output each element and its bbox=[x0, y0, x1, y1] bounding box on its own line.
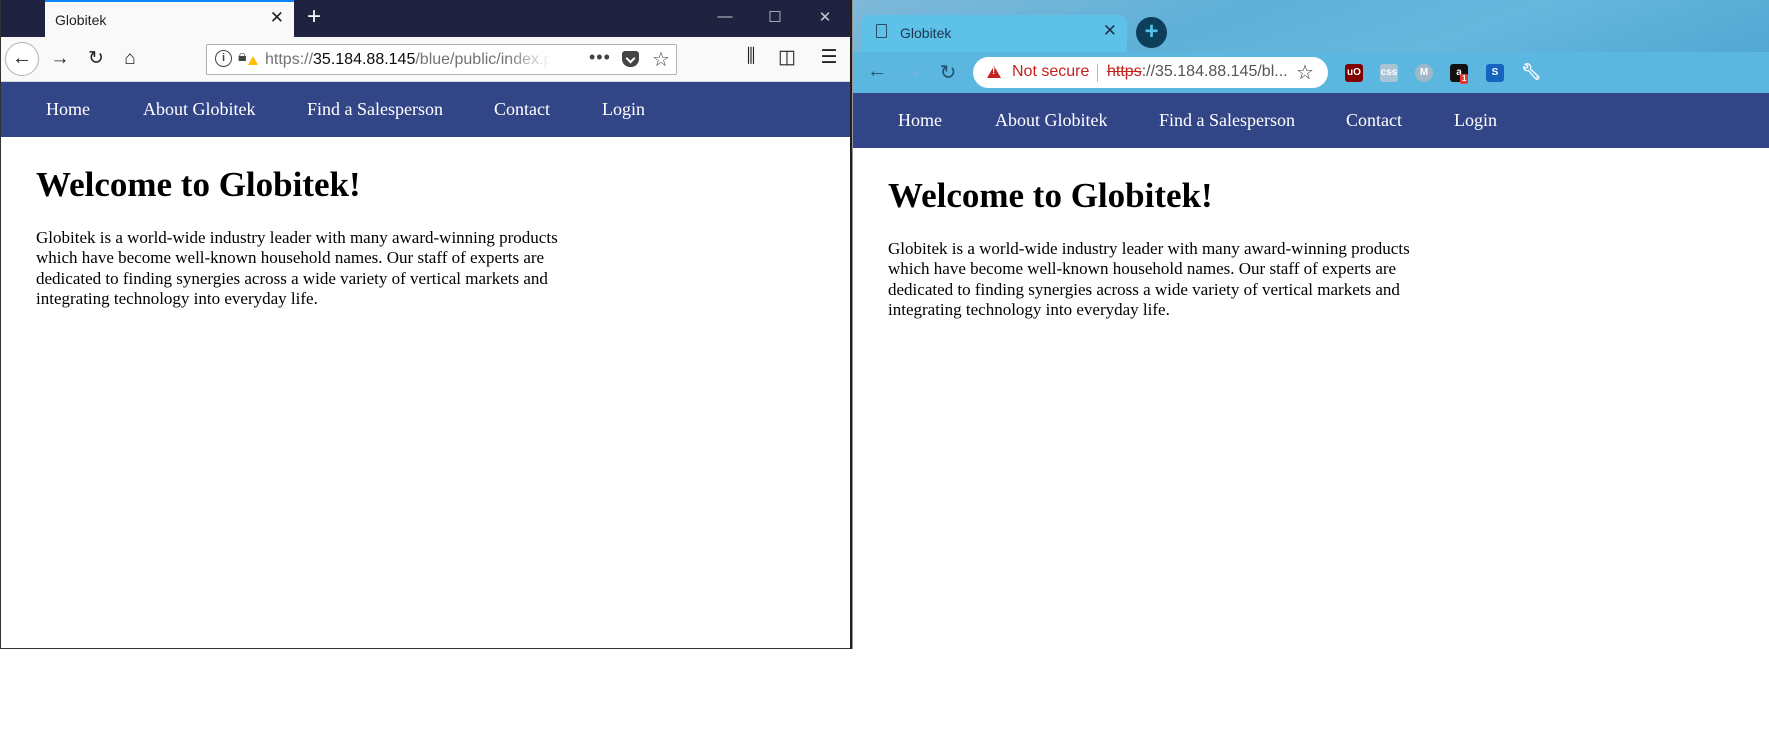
page-actions-icon[interactable]: ••• bbox=[589, 47, 611, 68]
firefox-page: Home About Globitek Find a Salesperson C… bbox=[1, 82, 850, 648]
nav-home[interactable]: Home bbox=[46, 82, 90, 137]
css-extension-icon[interactable]: css bbox=[1380, 64, 1398, 82]
new-tab-icon[interactable]: + bbox=[1136, 17, 1167, 48]
nav-about[interactable]: About Globitek bbox=[143, 82, 256, 137]
ublock-icon[interactable]: uO bbox=[1345, 64, 1363, 82]
extension-badge: 1 bbox=[1460, 74, 1469, 84]
url-host: 35.184.88.145 bbox=[313, 51, 416, 68]
close-tab-icon[interactable]: ✕ bbox=[1103, 21, 1117, 41]
url-protocol: https:// bbox=[265, 51, 314, 68]
back-icon[interactable]: ← bbox=[5, 42, 39, 76]
nav-login[interactable]: Login bbox=[1454, 93, 1497, 148]
firefox-window: Globitek ✕ + — ☐ ✕ ← → ↻ ⌂ i 🔒︎ https://… bbox=[0, 0, 850, 649]
omnibox[interactable]: ! Not secure https://35.184.88.145/bl...… bbox=[973, 57, 1328, 88]
forward-icon[interactable]: → bbox=[48, 47, 72, 71]
lock-icon[interactable]: 🔒︎ bbox=[238, 48, 247, 66]
site-nav: Home About Globitek Find a Salesperson C… bbox=[1, 82, 850, 137]
nav-home[interactable]: Home bbox=[898, 93, 942, 148]
page-icon bbox=[876, 24, 887, 38]
main-content: Welcome to Globitek! Globitek is a world… bbox=[853, 148, 1769, 649]
warning-mark-icon: ! bbox=[992, 66, 996, 77]
sidebar-icon[interactable]: ◫ bbox=[774, 46, 800, 69]
nav-contact[interactable]: Contact bbox=[494, 82, 550, 137]
url-protocol: https bbox=[1107, 63, 1142, 80]
security-label[interactable]: Not secure bbox=[1012, 63, 1089, 81]
chrome-page: Home About Globitek Find a Salesperson C… bbox=[853, 93, 1769, 649]
url-rest: ://35.184.88.145/bl... bbox=[1141, 63, 1288, 80]
intro-paragraph: Globitek is a world-wide industry leader… bbox=[888, 239, 1410, 320]
site-nav: Home About Globitek Find a Salesperson C… bbox=[853, 93, 1769, 148]
url-text[interactable]: https://35.184.88.145/bl... bbox=[1107, 63, 1288, 81]
tab-title: Globitek bbox=[55, 12, 107, 28]
tab-title: Globitek bbox=[900, 25, 952, 41]
page-heading: Welcome to Globitek! bbox=[36, 165, 361, 204]
page-heading: Welcome to Globitek! bbox=[888, 176, 1213, 215]
chrome-tab[interactable]: Globitek ✕ bbox=[862, 15, 1127, 52]
intro-paragraph: Globitek is a world-wide industry leader… bbox=[36, 228, 558, 309]
nav-login[interactable]: Login bbox=[602, 82, 645, 137]
main-content: Welcome to Globitek! Globitek is a world… bbox=[1, 137, 850, 648]
pocket-icon[interactable] bbox=[622, 51, 639, 67]
bookmark-star-icon[interactable]: ☆ bbox=[652, 47, 670, 72]
reload-icon[interactable]: ↻ bbox=[84, 47, 108, 71]
chrome-header: Globitek ✕ + ← → ↻ ! Not secure https://… bbox=[853, 0, 1769, 93]
url-bar[interactable]: i 🔒︎ https://35.184.88.145/blue/public/i… bbox=[206, 44, 677, 75]
firefox-navbar: ← → ↻ ⌂ i 🔒︎ https://35.184.88.145/blue/… bbox=[1, 37, 850, 82]
omnibox-separator bbox=[1097, 64, 1098, 82]
firefox-titlebar: Globitek ✕ + — ☐ ✕ bbox=[1, 0, 850, 37]
minimize-icon[interactable]: — bbox=[710, 8, 740, 25]
home-icon[interactable]: ⌂ bbox=[118, 47, 142, 71]
menu-icon[interactable]: ☰ bbox=[816, 46, 842, 69]
chrome-toolbar: ← → ↻ ! Not secure https://35.184.88.145… bbox=[853, 52, 1769, 93]
warning-icon bbox=[248, 56, 258, 65]
new-tab-icon[interactable]: + bbox=[301, 4, 327, 30]
url-fade bbox=[507, 47, 552, 72]
nav-about[interactable]: About Globitek bbox=[995, 93, 1108, 148]
forward-icon[interactable]: → bbox=[899, 60, 925, 83]
info-icon[interactable]: i bbox=[215, 50, 232, 67]
s-extension-icon[interactable]: S bbox=[1486, 64, 1504, 82]
bookmark-star-icon[interactable]: ☆ bbox=[1296, 60, 1314, 85]
close-window-icon[interactable]: ✕ bbox=[810, 8, 840, 26]
firefox-tab[interactable]: Globitek ✕ bbox=[45, 0, 294, 37]
amazon-icon[interactable]: a1 bbox=[1450, 64, 1469, 84]
library-icon[interactable]: ⫼ bbox=[738, 46, 764, 68]
nav-contact[interactable]: Contact bbox=[1346, 93, 1402, 148]
close-tab-icon[interactable]: ✕ bbox=[270, 8, 284, 28]
reload-icon[interactable]: ↻ bbox=[935, 60, 961, 85]
nav-find-salesperson[interactable]: Find a Salesperson bbox=[1159, 93, 1295, 148]
nav-find-salesperson[interactable]: Find a Salesperson bbox=[307, 82, 443, 137]
wrench-icon[interactable]: 🔧︎ bbox=[1521, 64, 1541, 82]
back-icon[interactable]: ← bbox=[864, 60, 890, 83]
m-extension-icon[interactable]: M bbox=[1415, 64, 1433, 82]
chrome-window: Globitek ✕ + ← → ↻ ! Not secure https://… bbox=[852, 0, 1769, 649]
maximize-icon[interactable]: ☐ bbox=[760, 8, 790, 26]
